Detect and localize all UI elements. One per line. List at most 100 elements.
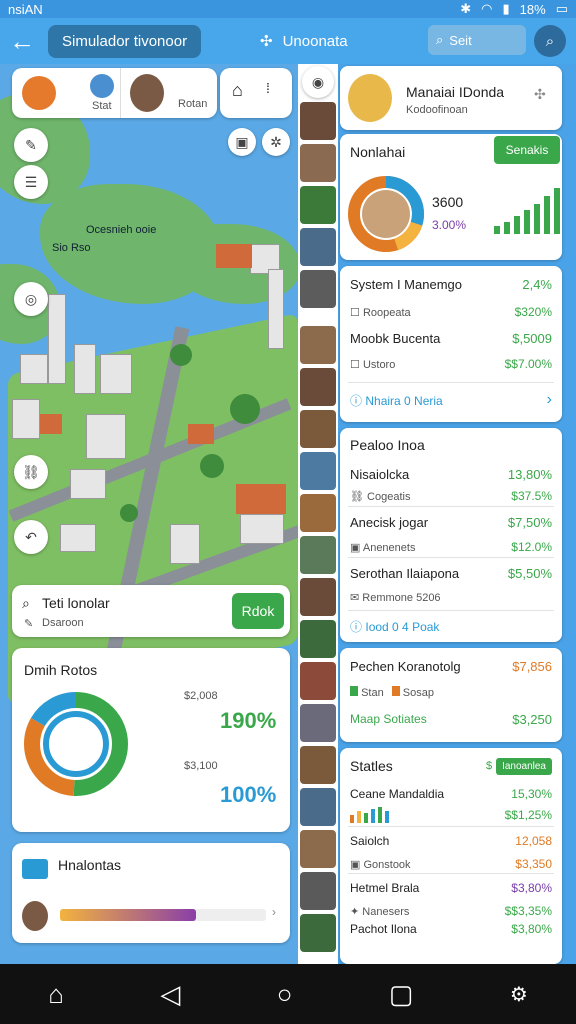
thumbnail[interactable] xyxy=(300,788,336,826)
stats-percent: 3.00% xyxy=(432,218,467,232)
section-3-card: Pechen Koranotolg $7,856 Stan Sosap Maap… xyxy=(340,648,562,742)
location-icon[interactable]: ◎ xyxy=(14,282,48,316)
chart-value-1-label: $2,008 xyxy=(184,690,218,702)
section-4-row-2-sub: Gonstook xyxy=(363,858,411,871)
section-1-row-1-sub: Roopeata xyxy=(362,306,411,319)
profile-card: Manaiai IDonda Kodoofinoan ✣ xyxy=(340,66,562,130)
donut-chart xyxy=(24,692,128,796)
stats-button[interactable]: Senakis xyxy=(494,136,560,164)
system-nav-bar: ⌂ ◁ ○ ▢ ⚙ xyxy=(0,964,576,1024)
info-icon: ⓘ xyxy=(350,619,363,634)
thumbnail[interactable] xyxy=(300,830,336,868)
globe-icon[interactable] xyxy=(90,74,114,98)
section-2-row-1-value: 13,80% xyxy=(507,466,552,482)
more-icon[interactable]: ⁞ xyxy=(266,80,270,96)
search-result-subtitle: Dsaroon xyxy=(42,617,84,629)
stats-chart-card: Dmih Rotos $2,008 190% $3,100 100% xyxy=(12,648,290,832)
bluetooth-icon: ✱ xyxy=(460,1,472,16)
image-icon: ▣ xyxy=(350,858,361,871)
section-2-row-1-title: Nisaiolcka xyxy=(350,466,410,482)
chevron-right-icon[interactable]: › xyxy=(547,391,552,409)
settings-icon[interactable]: ✲ xyxy=(262,128,290,156)
thumbnail[interactable] xyxy=(300,102,336,140)
top-profile-card: Stat Rotan xyxy=(12,68,217,118)
avatar[interactable] xyxy=(130,74,164,112)
chevron-right-icon[interactable]: › xyxy=(272,905,276,919)
legend-swatch xyxy=(391,685,400,696)
thumbnail[interactable] xyxy=(300,144,336,182)
settings-icon[interactable]: ⚙ xyxy=(510,982,528,1007)
section-2-row-2-sub-value: $12.0% xyxy=(511,540,552,554)
image-icon: ▣ xyxy=(350,541,361,554)
search-input[interactable]: ⌕ Seit xyxy=(428,25,526,55)
share-icon[interactable]: ↶ xyxy=(14,520,48,554)
section-4-title: Statles xyxy=(350,758,393,774)
thumbnail[interactable] xyxy=(300,536,336,574)
circle-home-icon[interactable]: ○ xyxy=(277,979,293,1010)
camera-icon[interactable]: ▣ xyxy=(228,128,256,156)
section-4-card: Statles $ Ianoanlea Ceane Mandaldia 15,3… xyxy=(340,748,562,964)
thumbnail[interactable] xyxy=(300,186,336,224)
thumbnail-strip[interactable] xyxy=(298,64,338,964)
map-label-1: Ocesnieh ooie xyxy=(86,224,157,236)
compass-icon[interactable]: ◉ xyxy=(302,66,334,98)
back-triangle-icon[interactable]: ◁ xyxy=(160,979,180,1010)
signal-icon: ▮ xyxy=(502,1,510,16)
thumbnail[interactable] xyxy=(300,410,336,448)
home-card[interactable]: ⌂ ⁞ xyxy=(220,68,292,118)
thumbnail[interactable] xyxy=(300,228,336,266)
section-3-footer[interactable]: Maap Sotiates xyxy=(350,712,427,726)
info-icon: ⓘ xyxy=(350,393,363,408)
thumbnail[interactable] xyxy=(300,746,336,784)
link-icon[interactable]: ⛓ xyxy=(14,455,48,489)
thumbnail[interactable] xyxy=(300,578,336,616)
back-arrow-icon[interactable]: ← xyxy=(0,18,44,64)
thumbnail[interactable] xyxy=(300,452,336,490)
search-button[interactable]: ⌕ xyxy=(534,25,566,57)
checkbox-icon[interactable]: ☐ xyxy=(350,307,360,319)
edit-icon[interactable]: ✎ xyxy=(14,128,48,162)
avatar[interactable] xyxy=(22,901,48,931)
mail-icon: ✉ xyxy=(350,591,360,604)
avatar[interactable] xyxy=(348,74,392,122)
chart-value-2: 100% xyxy=(220,782,277,807)
search-result-card: ⌕ Teti lonolar ✎ Dsaroon Rdok xyxy=(12,585,290,637)
thumbnail[interactable] xyxy=(300,620,336,658)
thumbnail[interactable] xyxy=(300,494,336,532)
thumbnail[interactable] xyxy=(300,872,336,910)
stats-title: Nonlahai xyxy=(350,144,406,160)
section-1-row-2-title: Moobk Bucenta xyxy=(350,330,441,346)
section-4-row-3-sub-value: $$3,35% xyxy=(504,904,552,918)
home-icon[interactable]: ⌂ xyxy=(232,80,243,101)
chat-icon[interactable]: ▢ xyxy=(389,979,414,1010)
home-icon[interactable]: ⌂ xyxy=(48,979,64,1010)
search-placeholder: Seit xyxy=(449,32,472,48)
thumbnail[interactable] xyxy=(300,704,336,742)
section-2-row-3-value: $5,50% xyxy=(507,565,552,581)
search-result-button[interactable]: Rdok xyxy=(232,593,284,629)
battery-label: 18% xyxy=(519,1,546,17)
section-4-badge[interactable]: Ianoanlea xyxy=(496,757,552,775)
layers-icon[interactable]: ☰ xyxy=(14,165,48,199)
book-icon[interactable] xyxy=(22,76,56,110)
section-4-badge-prefix: $ xyxy=(485,760,493,772)
top-label-2: Rotan xyxy=(178,98,208,110)
section-2-row-3-sub: Remmone 5206 xyxy=(362,591,441,604)
section-1-card: System I Manemgo 2,4% ☐ Roopeata $320% M… xyxy=(340,266,562,422)
top-label-1: Stat xyxy=(92,100,112,112)
thumbnail[interactable] xyxy=(300,368,336,406)
network-icon[interactable]: ✣ xyxy=(534,86,546,103)
thumbnail[interactable] xyxy=(300,662,336,700)
chart-value-1: 190% xyxy=(220,708,277,733)
mini-bar-chart xyxy=(350,807,389,823)
thumbnail[interactable] xyxy=(300,914,336,952)
pen-icon: ✎ xyxy=(24,618,34,630)
section-2-row-1-sub-value: $37.5% xyxy=(511,489,552,503)
thumbnail[interactable] xyxy=(300,270,336,308)
search-icon: ⌕ xyxy=(22,595,30,611)
section-4-row-4-title: Pachot Ilona xyxy=(350,922,417,936)
checkbox-icon[interactable]: ☐ xyxy=(350,359,360,371)
section-1-row-1-sub-value: $320% xyxy=(514,305,552,319)
section-2-footer: Iood 0 4 Poak xyxy=(365,619,440,634)
thumbnail[interactable] xyxy=(300,326,336,364)
